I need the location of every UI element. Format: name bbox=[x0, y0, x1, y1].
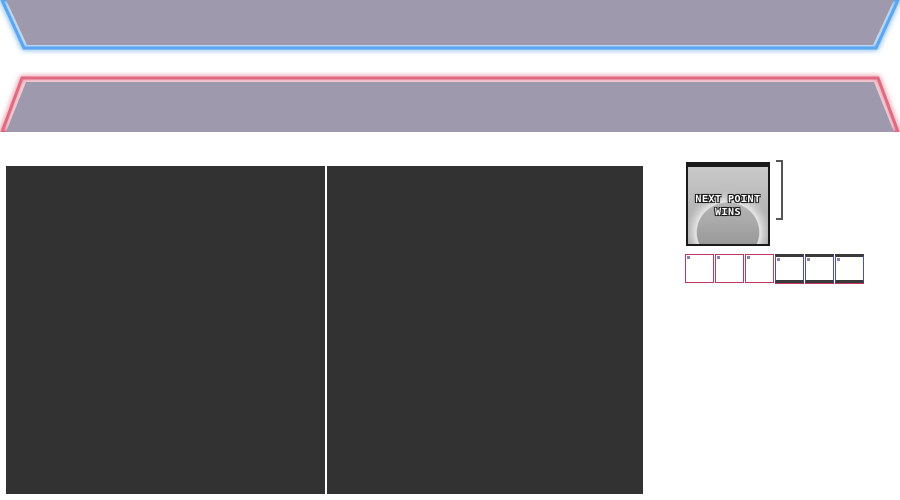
wins-label: WINS bbox=[714, 207, 742, 218]
player-one-banner bbox=[0, 0, 900, 60]
score-slot-red-1 bbox=[685, 254, 714, 283]
score-slot-blue-2 bbox=[805, 254, 834, 284]
left-game-panel[interactable] bbox=[6, 166, 325, 494]
score-slot-blue-1 bbox=[775, 254, 804, 284]
right-game-panel[interactable] bbox=[327, 166, 643, 494]
score-slots bbox=[685, 254, 865, 285]
next-point-label: NEXT POINT bbox=[695, 194, 761, 205]
score-slot-red-3 bbox=[745, 254, 774, 283]
score-slot-red-2 bbox=[715, 254, 744, 283]
next-point-wins-card: NEXT POINT WINS bbox=[686, 162, 770, 246]
bracket-icon bbox=[775, 160, 785, 220]
score-slot-blue-3 bbox=[835, 254, 864, 284]
player-two-banner bbox=[0, 72, 900, 132]
